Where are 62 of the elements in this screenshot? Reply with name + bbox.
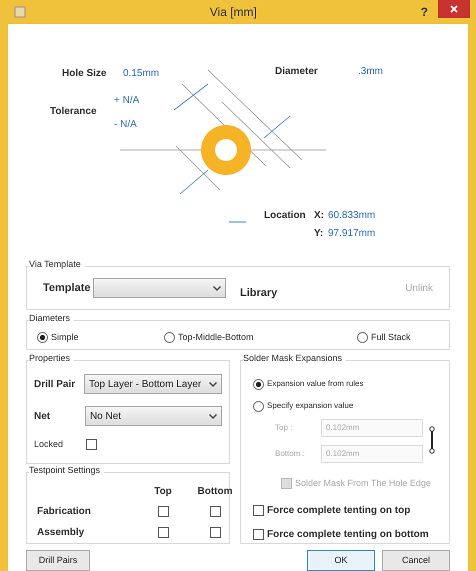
field-value: 97.917mm — [328, 227, 376, 241]
radio-button[interactable] — [253, 400, 264, 412]
group-title: Via Template — [29, 260, 85, 269]
checkbox[interactable] — [158, 527, 168, 538]
field-label: Bottom : — [275, 448, 306, 460]
field-label: Net — [34, 410, 52, 424]
field-value: 0.15mm — [123, 67, 160, 81]
checkbox[interactable] — [253, 528, 264, 540]
field-label: Hole Size — [62, 67, 106, 81]
checkbox-label: Solder Mask From The Hole Edge — [295, 477, 431, 490]
field-label: Location — [264, 209, 306, 223]
field-label: Drill Pair — [34, 378, 76, 392]
caret-icon — [209, 414, 217, 418]
close-button[interactable] — [438, 0, 470, 18]
radio-button[interactable] — [357, 332, 368, 343]
field-label: Top : — [275, 422, 294, 434]
close-icon — [450, 5, 458, 13]
window-title: Via [mm] — [210, 4, 257, 21]
radio-button[interactable] — [164, 332, 175, 343]
row-label: Fabrication — [37, 505, 92, 520]
checkbox[interactable] — [210, 527, 220, 538]
group-title: Testpoint Settings — [29, 466, 104, 475]
radio-button[interactable] — [253, 378, 264, 390]
checkbox-label: Force complete tenting on bottom — [267, 528, 429, 542]
field-value: .3mm — [358, 65, 383, 79]
dialog-button[interactable]: OK — [307, 550, 375, 571]
caret-icon — [209, 382, 217, 386]
checkbox-label: Locked — [34, 438, 64, 451]
field-label: Y: — [314, 227, 324, 241]
field-label: Diameter — [275, 65, 318, 79]
dropdown[interactable]: Top Layer - Bottom Layer — [84, 374, 222, 394]
column-header: Top — [153, 484, 173, 499]
dropdown[interactable]: No Net — [84, 406, 222, 426]
caret-icon — [213, 286, 221, 290]
field-value: - N/A — [114, 118, 137, 132]
group-title: Diameters — [29, 314, 74, 323]
field-value: + N/A — [114, 94, 140, 108]
checkbox[interactable] — [210, 506, 220, 518]
link-icon[interactable] — [429, 426, 435, 454]
radio-button[interactable] — [37, 332, 48, 343]
drill-pairs-button[interactable]: Drill Pairs — [26, 550, 90, 571]
column-header: Bottom — [196, 484, 234, 499]
radio-label: Simple — [51, 330, 79, 344]
checkbox-label: Force complete tenting on top — [267, 504, 410, 518]
field-label: Library — [240, 286, 278, 301]
dialog-button[interactable]: Cancel — [382, 550, 450, 571]
checkbox[interactable] — [86, 439, 97, 450]
checkbox[interactable] — [158, 506, 168, 518]
radio-label: Specify expansion value — [267, 400, 354, 412]
radio-label: Expansion value from rules — [267, 378, 364, 390]
app-icon — [14, 6, 26, 18]
group-title: Solder Mask Expansions — [243, 354, 346, 363]
group-title: Properties — [29, 354, 74, 363]
radio-label: Top-Middle-Bottom — [178, 330, 254, 344]
field-label: Tolerance — [50, 105, 96, 119]
field-label: X: — [314, 209, 324, 223]
checkbox[interactable] — [253, 504, 264, 516]
via-pad-drawing — [201, 125, 251, 175]
radio-label: Full Stack — [371, 330, 411, 344]
row-label: Assembly — [37, 526, 86, 540]
field-value: 60.833mm — [328, 209, 376, 223]
help-button[interactable]: ? — [420, 3, 428, 21]
